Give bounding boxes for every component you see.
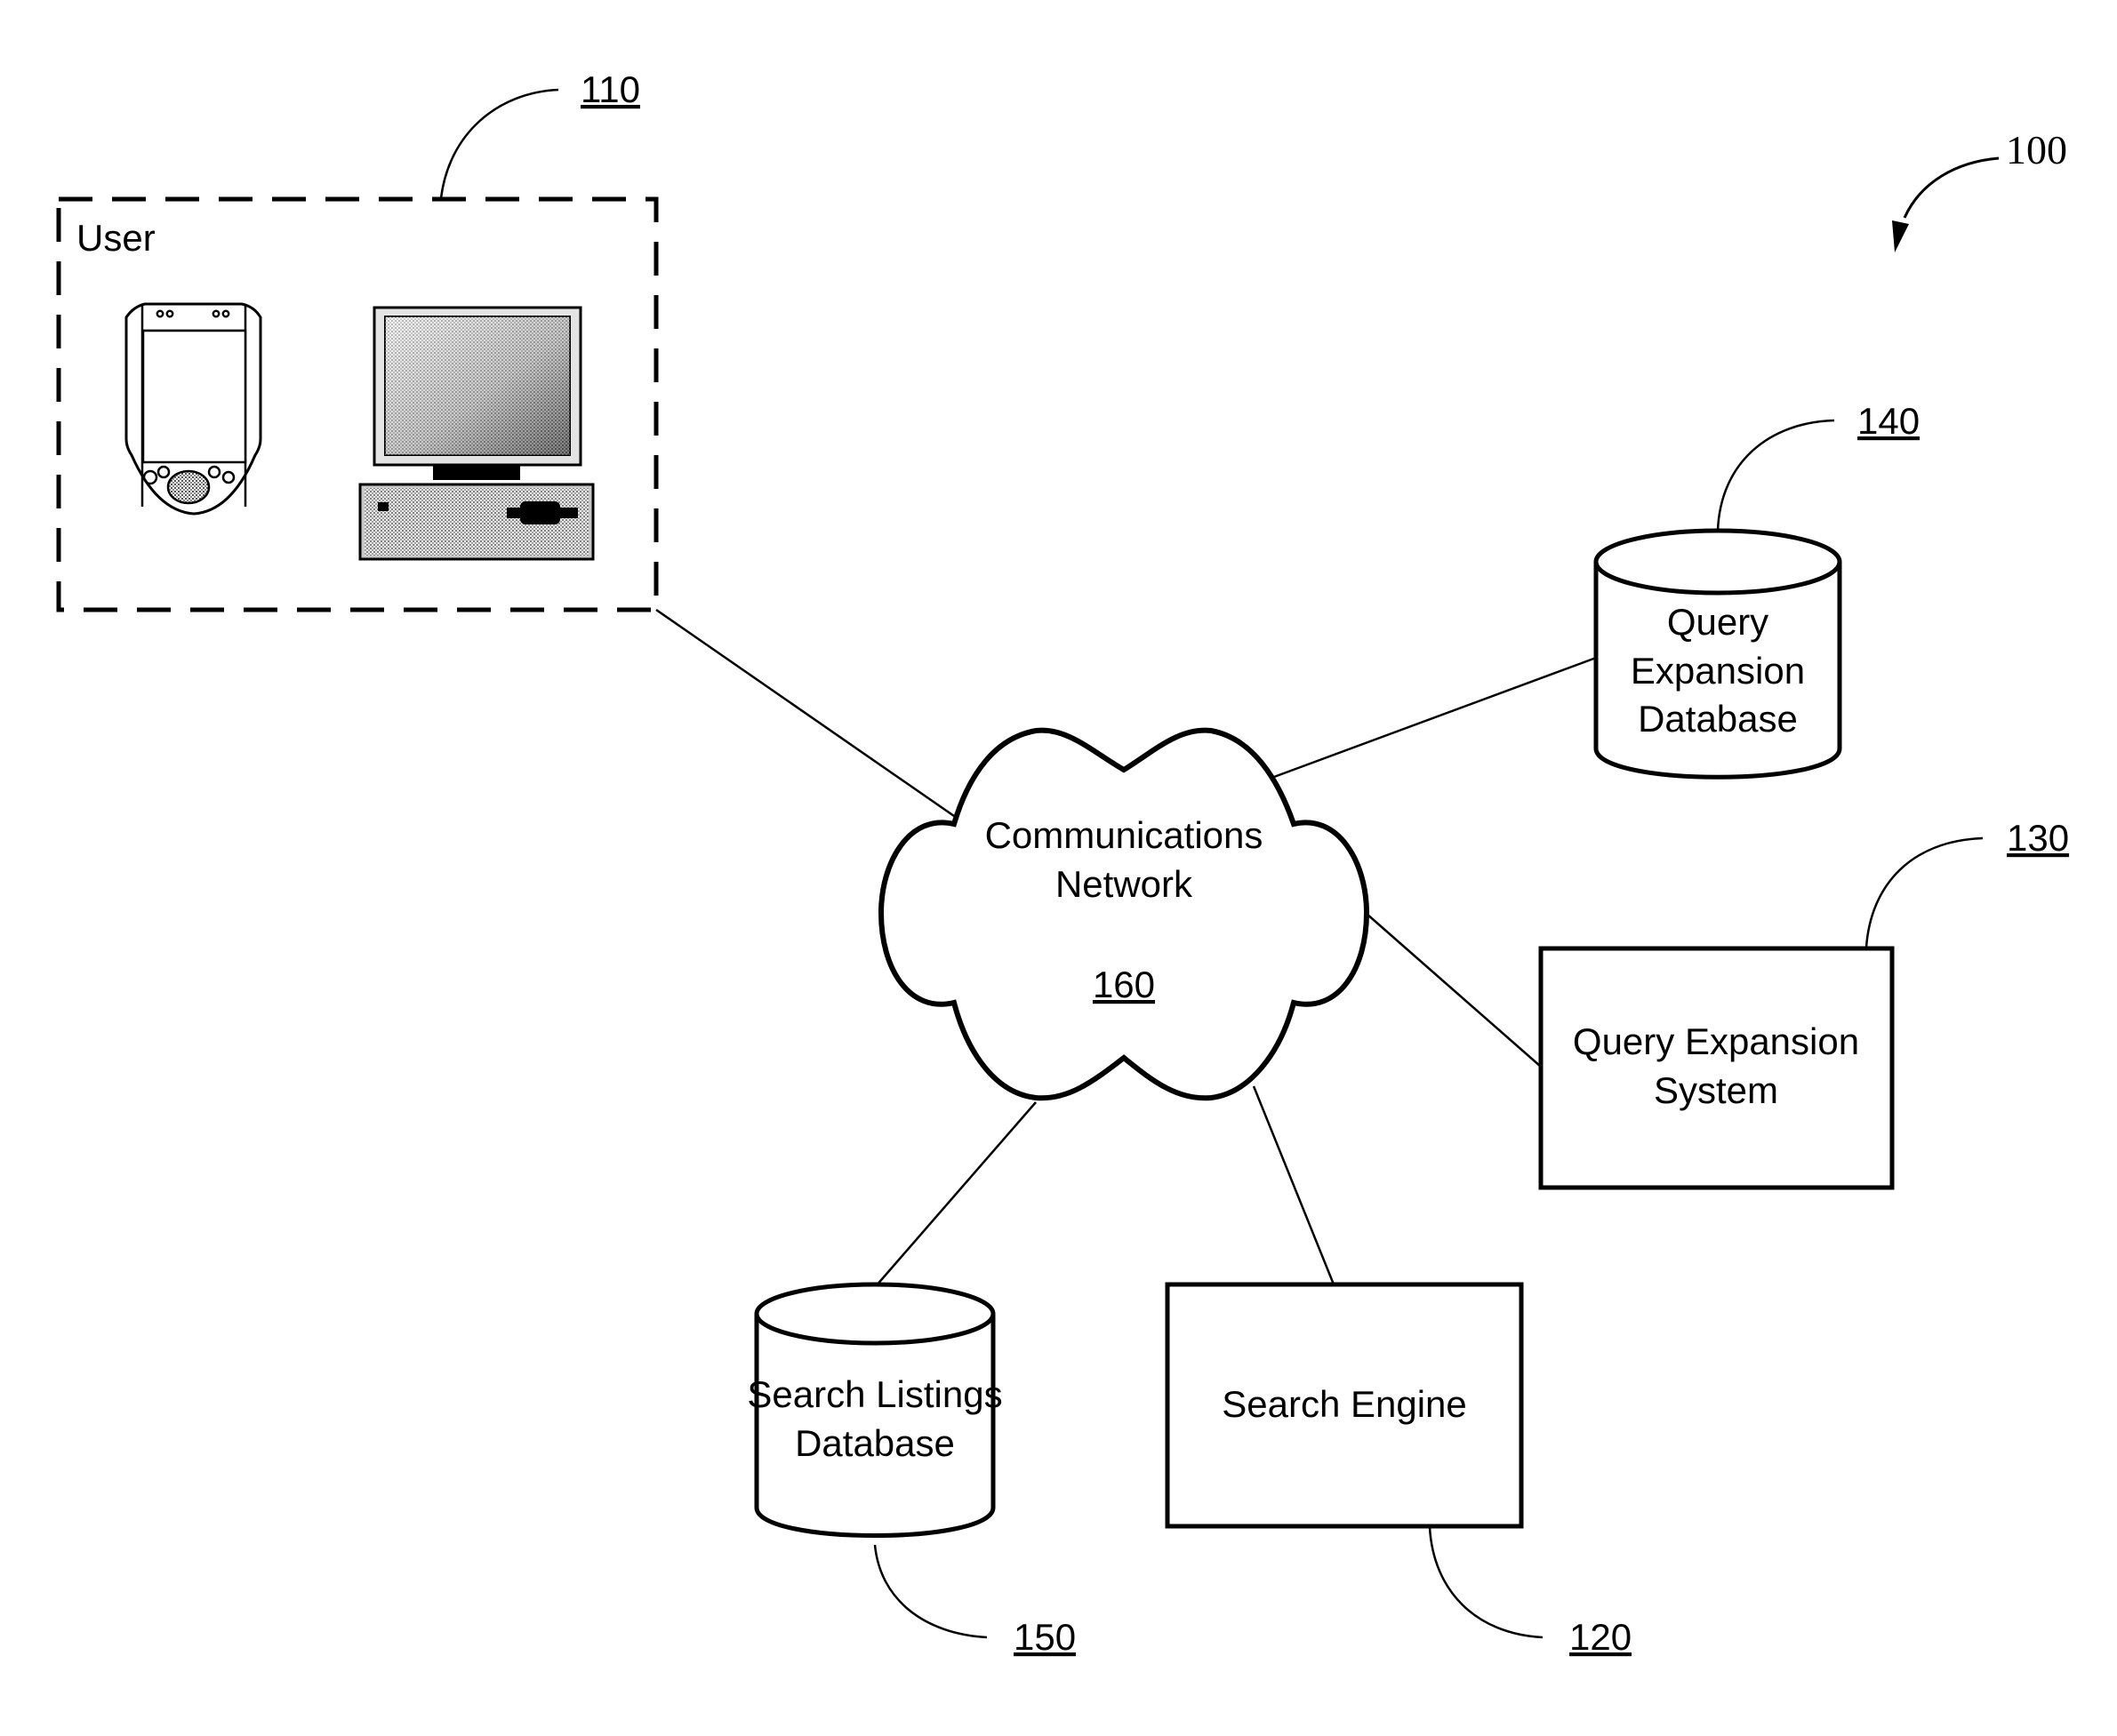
figure-ref-label: 100 [2006,127,2067,172]
qe-system-box [1538,946,1895,1190]
qe-db-label-line3: Database [1638,698,1798,740]
query-expansion-system[interactable]: Query Expansion System 130 [1538,817,2069,1190]
qe-db-label-line2: Expansion [1631,650,1805,692]
cloud-outline [878,727,1370,1101]
sl-db-ref-leader [873,1544,988,1639]
figure-ref-arrow-curve [1903,156,2000,219]
query-expansion-database[interactable]: Query Expansion Database 140 [1593,400,1920,780]
user-group[interactable]: User 110 [56,68,659,612]
network-ref-label: 160 [1093,964,1155,1005]
figure-ref-100: 100 [1892,127,2067,252]
sl-db-label-line1: Search Listings [747,1373,1002,1415]
communications-network-cloud[interactable]: Communications Network 160 [878,727,1370,1101]
qe-system-ref-label: 130 [2007,817,2069,859]
qe-db-label-line1: Query [1667,601,1768,643]
qe-system-label-line2: System [1654,1069,1778,1111]
user-label: User [76,217,156,259]
connection-network-search-listings-db [875,1101,1037,1287]
qe-db-ref-leader [1716,419,1835,532]
pda-icon [124,302,262,516]
sl-db-label-line2: Database [795,1422,955,1464]
connection-network-qe-database [1273,656,1597,779]
network-label-line2: Network [1055,863,1193,905]
system-diagram: 100 User 110 Communications Network 160 … [56,68,2069,1658]
network-label-line1: Communications [985,814,1263,856]
desktop-computer-icon [358,306,595,561]
qe-system-ref-leader [1864,836,1984,948]
search-listings-database[interactable]: Search Listings Database 150 [747,1282,1076,1658]
figure-ref-arrow-head-icon [1892,220,1909,252]
qe-system-label-line1: Query Expansion [1573,1020,1859,1062]
user-ref-label: 110 [581,68,640,110]
sl-db-cylinder-top [754,1282,996,1346]
search-engine-label: Search Engine [1222,1383,1467,1425]
connection-network-qe-system [1366,913,1542,1068]
qe-db-ref-label: 140 [1857,400,1920,442]
search-engine[interactable]: Search Engine 120 [1165,1282,1632,1658]
connection-network-search-engine [1252,1085,1335,1285]
search-engine-ref-label: 120 [1569,1616,1632,1658]
sl-db-ref-label: 150 [1014,1616,1076,1658]
connection-user-network [655,608,955,818]
qe-db-cylinder-top [1593,528,1842,596]
search-engine-ref-leader [1428,1526,1544,1639]
user-ref-leader [439,88,559,199]
